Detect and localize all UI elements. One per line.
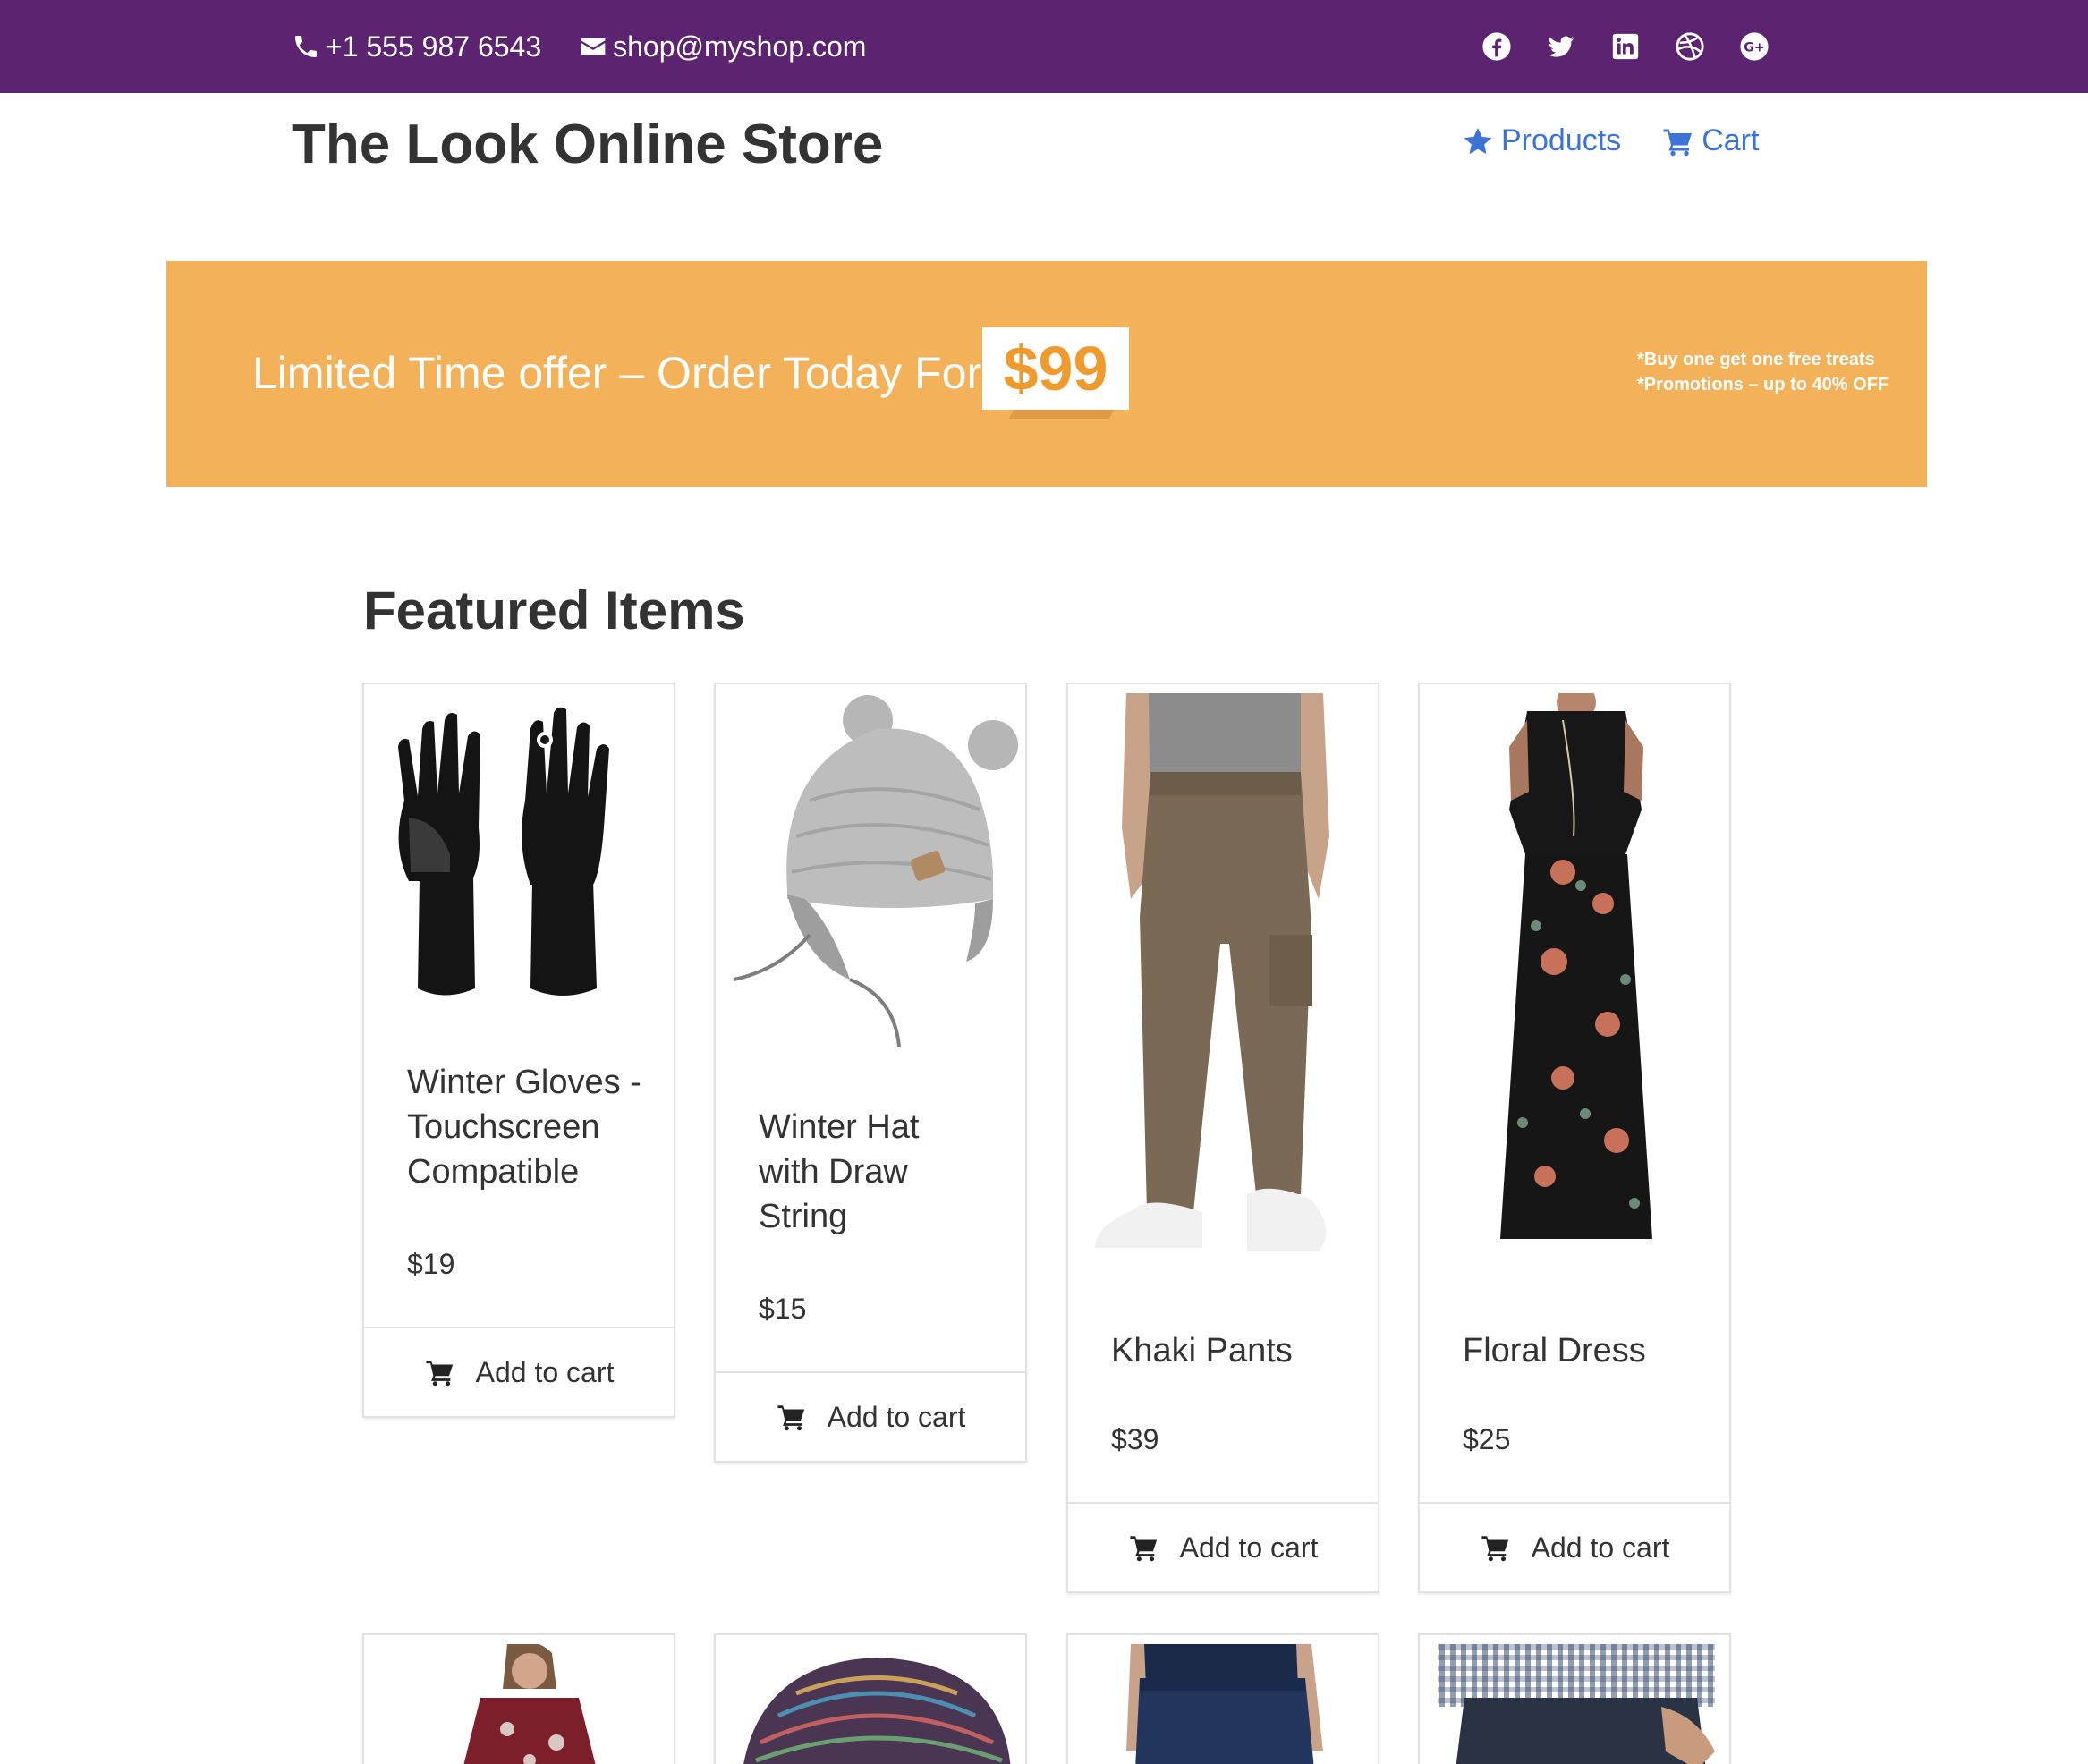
promo-banner[interactable]: Limited Time offer – Order Today For $99… bbox=[166, 261, 1927, 487]
product-image-blouse[interactable] bbox=[373, 1644, 668, 1764]
add-to-cart-label: Add to cart bbox=[827, 1400, 966, 1433]
twitter-icon[interactable] bbox=[1546, 31, 1576, 62]
product-price: $39 bbox=[1111, 1423, 1159, 1455]
product-card bbox=[714, 1633, 1027, 1764]
product-image-jeans[interactable] bbox=[1077, 1644, 1372, 1764]
product-name[interactable]: Khaki Pants bbox=[1111, 1328, 1293, 1373]
email-address: shop@myshop.com bbox=[613, 30, 867, 63]
envelope-icon bbox=[581, 38, 606, 55]
nav-products-label: Products bbox=[1501, 123, 1622, 157]
add-to-cart-button[interactable]: Add to cart bbox=[716, 1373, 1025, 1461]
product-card bbox=[1066, 1633, 1379, 1764]
product-price: $15 bbox=[759, 1293, 807, 1325]
add-to-cart-label: Add to cart bbox=[1179, 1531, 1319, 1564]
social-links: G+ bbox=[1481, 0, 1770, 93]
add-to-cart-label: Add to cart bbox=[475, 1355, 615, 1388]
top-contact-bar: +1 555 987 6543 shop@myshop.com G+ bbox=[0, 0, 2088, 93]
linkedin-icon[interactable] bbox=[1610, 31, 1641, 62]
promo-line-1: *Buy one get one free treats bbox=[1637, 350, 1875, 369]
add-to-cart-label: Add to cart bbox=[1531, 1531, 1670, 1564]
product-image-pants[interactable] bbox=[1077, 693, 1372, 1268]
main-nav: Products Cart bbox=[1462, 123, 1759, 158]
nav-cart-link[interactable]: Cart bbox=[1662, 123, 1759, 158]
google-plus-icon[interactable]: G+ bbox=[1739, 31, 1770, 62]
add-to-cart-button[interactable]: Add to cart bbox=[1068, 1504, 1378, 1591]
dribbble-icon[interactable] bbox=[1675, 31, 1705, 62]
phone-icon bbox=[295, 36, 317, 57]
nav-products-link[interactable]: Products bbox=[1462, 123, 1621, 158]
product-image-dress[interactable] bbox=[1429, 693, 1724, 1268]
product-name[interactable]: Winter Gloves - Touchscreen Compatible bbox=[407, 1060, 666, 1194]
promo-line-2: *Promotions – up to 40% OFF bbox=[1637, 375, 1889, 394]
cart-icon bbox=[426, 1361, 453, 1387]
cart-icon bbox=[1481, 1536, 1508, 1562]
product-image-beanie[interactable] bbox=[725, 1644, 1020, 1764]
nav-cart-label: Cart bbox=[1702, 123, 1760, 157]
product-card: Floral Dress $25 Add to cart bbox=[1418, 683, 1731, 1593]
page: +1 555 987 6543 shop@myshop.com G+ The L… bbox=[0, 0, 2088, 1764]
phone-contact[interactable]: +1 555 987 6543 bbox=[292, 30, 541, 64]
svg-text:G+: G+ bbox=[1744, 41, 1764, 55]
featured-items-heading: Featured Items bbox=[363, 581, 745, 640]
contact-info: +1 555 987 6543 shop@myshop.com bbox=[292, 0, 866, 93]
add-to-cart-button[interactable]: Add to cart bbox=[364, 1328, 674, 1416]
add-to-cart-button[interactable]: Add to cart bbox=[1420, 1504, 1729, 1591]
banner-promotions: *Buy one get one free treats *Promotions… bbox=[1637, 347, 1889, 397]
cart-icon bbox=[1663, 129, 1693, 156]
product-image-hat[interactable] bbox=[725, 693, 1020, 1060]
product-price: $25 bbox=[1463, 1423, 1511, 1455]
product-card bbox=[1418, 1633, 1731, 1764]
product-name[interactable]: Floral Dress bbox=[1463, 1328, 1646, 1373]
cart-icon bbox=[1130, 1536, 1157, 1562]
star-icon bbox=[1464, 127, 1492, 154]
email-contact[interactable]: shop@myshop.com bbox=[579, 30, 866, 64]
banner-offer-text: Limited Time offer – Order Today For bbox=[252, 348, 982, 398]
store-title[interactable]: The Look Online Store bbox=[292, 113, 883, 176]
product-image-chinos[interactable] bbox=[1429, 1644, 1724, 1764]
facebook-icon[interactable] bbox=[1481, 31, 1512, 62]
product-card: Winter Gloves - Touchscreen Compatible $… bbox=[362, 683, 675, 1418]
product-image-gloves[interactable] bbox=[373, 693, 668, 1015]
product-card: Khaki Pants $39 Add to cart bbox=[1066, 683, 1379, 1593]
product-card: Winter Hat with Draw String $15 Add to c… bbox=[714, 683, 1027, 1463]
product-name[interactable]: Winter Hat with Draw String bbox=[759, 1105, 982, 1239]
phone-number: +1 555 987 6543 bbox=[326, 30, 542, 63]
banner-price: $99 bbox=[982, 327, 1129, 410]
product-price: $19 bbox=[407, 1248, 455, 1280]
cart-icon bbox=[777, 1405, 804, 1431]
product-card bbox=[362, 1633, 675, 1764]
